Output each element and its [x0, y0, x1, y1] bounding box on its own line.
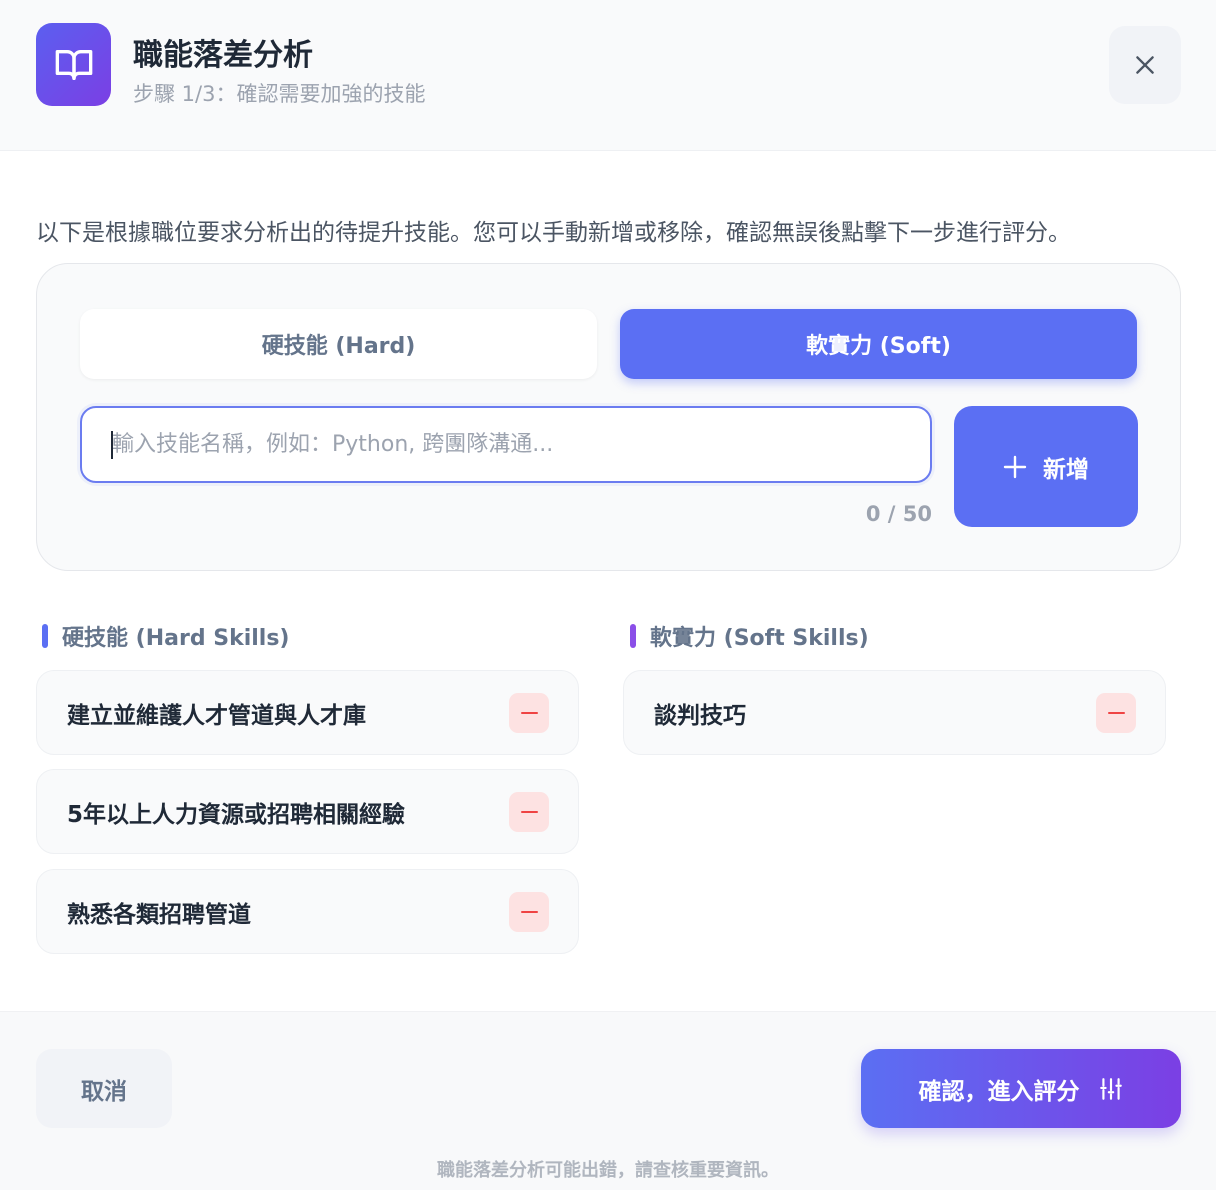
book-open-icon: [36, 23, 111, 106]
section-accent-bar: [42, 624, 48, 648]
dialog-header: 職能落差分析 步驟 1/3：確認需要加強的技能: [0, 0, 1216, 151]
skill-label: 5年以上人力資源或招聘相關經驗: [67, 801, 406, 828]
hard-skills-heading: 硬技能 (Hard Skills): [42, 620, 289, 652]
instructions-text: 以下是根據職位要求分析出的待提升技能。您可以手動新增或移除，確認無誤後點擊下一步…: [36, 220, 1071, 246]
skill-label: 熟悉各類招聘管道: [67, 901, 251, 928]
minus-icon: [520, 911, 538, 913]
confirm-button-label: 確認，進入評分: [918, 1078, 1080, 1105]
remove-skill-button[interactable]: [509, 892, 549, 932]
skill-name-input[interactable]: [80, 406, 932, 483]
character-counter: 0 / 50: [865, 502, 932, 526]
remove-skill-button[interactable]: [1096, 693, 1136, 733]
skill-label: 談判技巧: [654, 702, 746, 729]
dialog-footer: 取消 確認，進入評分 職能落差分析可能出錯，請查核重要資訊。: [0, 1011, 1216, 1190]
hard-skill-item: 建立並維護人才管道與人才庫: [36, 670, 579, 755]
soft-skill-item: 談判技巧: [623, 670, 1166, 755]
close-icon: [1136, 56, 1154, 74]
minus-icon: [520, 712, 538, 714]
soft-skills-heading: 軟實力 (Soft Skills): [630, 620, 869, 652]
soft-skills-heading-label: 軟實力 (Soft Skills): [650, 626, 869, 651]
disclaimer-text: 職能落差分析可能出錯，請查核重要資訊。: [437, 1160, 779, 1181]
section-accent-bar: [630, 624, 636, 648]
add-skill-label: 新增: [1043, 456, 1089, 483]
text-cursor: [111, 431, 113, 459]
page-title: 職能落差分析: [133, 38, 313, 73]
remove-skill-button[interactable]: [509, 792, 549, 832]
remove-skill-button[interactable]: [509, 693, 549, 733]
sliders-icon: [1099, 1077, 1122, 1100]
add-skill-button[interactable]: 新增: [954, 406, 1138, 527]
minus-icon: [1107, 712, 1125, 714]
cancel-button[interactable]: 取消: [36, 1049, 172, 1128]
tab-hard-skills[interactable]: 硬技能 (Hard): [80, 309, 597, 379]
step-indicator: 步驟 1/3：確認需要加強的技能: [133, 82, 426, 106]
hard-skill-item: 熟悉各類招聘管道: [36, 869, 579, 954]
close-button[interactable]: [1109, 26, 1181, 104]
skill-label: 建立並維護人才管道與人才庫: [67, 702, 366, 729]
confirm-button[interactable]: 確認，進入評分: [861, 1049, 1181, 1128]
plus-icon: [1003, 455, 1027, 478]
skill-entry-panel: 硬技能 (Hard) 軟實力 (Soft) 0 / 50 新增: [36, 263, 1181, 571]
hard-skill-item: 5年以上人力資源或招聘相關經驗: [36, 769, 579, 854]
minus-icon: [520, 811, 538, 813]
hard-skills-heading-label: 硬技能 (Hard Skills): [62, 626, 290, 651]
tab-soft-skills[interactable]: 軟實力 (Soft): [620, 309, 1137, 379]
